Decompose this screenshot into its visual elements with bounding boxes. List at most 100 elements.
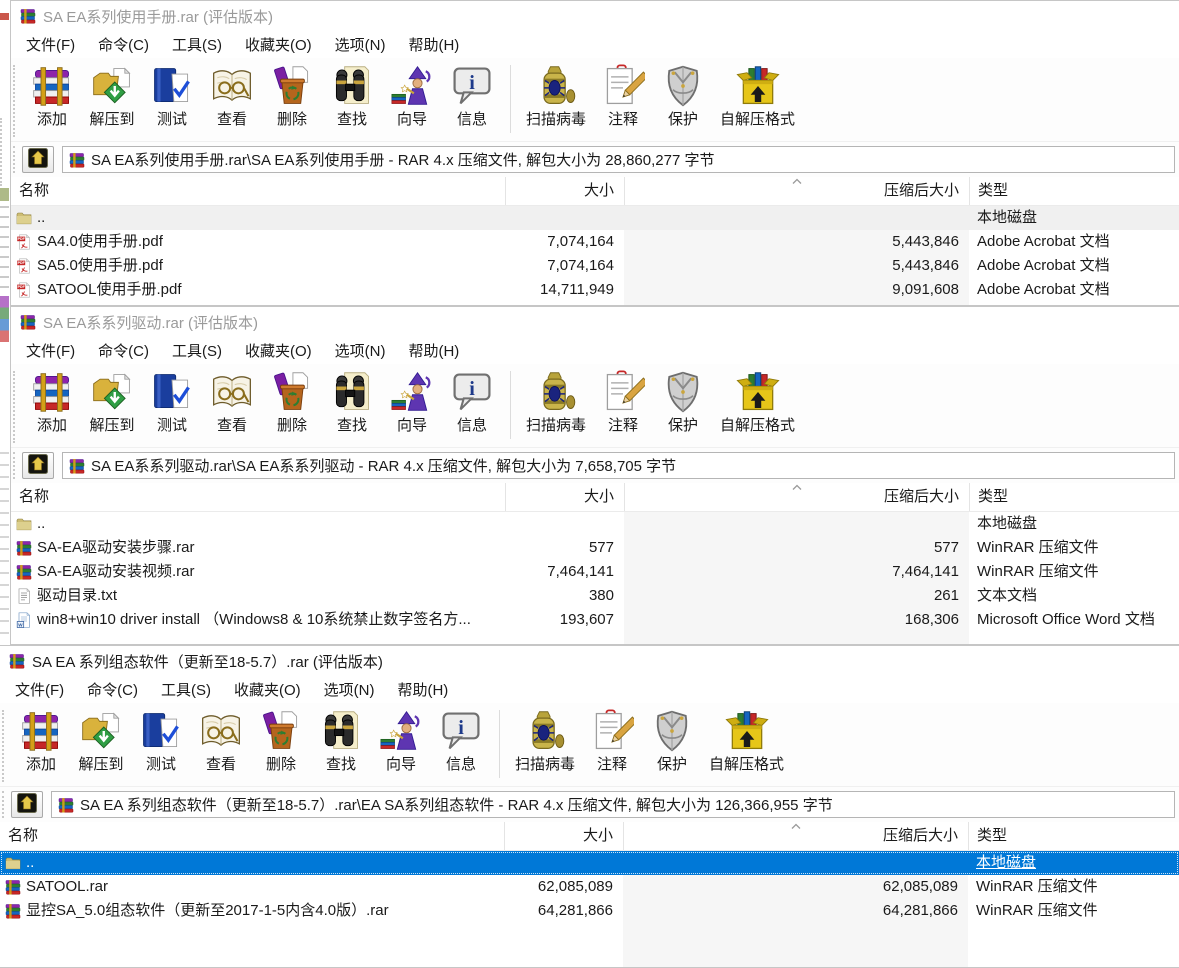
toolbar-button-view[interactable]: 查看 [202,61,262,131]
table-row[interactable]: ..本地磁盘 [11,206,1179,230]
up-one-level-button[interactable] [22,146,54,173]
toolbar-button-test[interactable]: 测试 [142,367,202,437]
toolbar-gripper[interactable] [2,710,8,782]
toolbar-button-view[interactable]: 查看 [191,706,251,776]
column-header-type[interactable]: 类型 [968,822,1179,850]
toolbar-button-delete[interactable]: 删除 [251,706,311,776]
column-header-name[interactable]: 名称 [0,822,504,850]
menu-item-help[interactable]: 帮助(H) [403,32,464,57]
toolbar-button-extract-to[interactable]: 解压到 [82,61,142,131]
toolbar-button-extract-to[interactable]: 解压到 [71,706,131,776]
toolbar-gripper[interactable] [13,65,19,137]
toolbar-button-delete[interactable]: 删除 [262,367,322,437]
toolbar-button-add[interactable]: 添加 [22,61,82,131]
toolbar-button-view[interactable]: 查看 [202,367,262,437]
column-header-name[interactable]: 名称 [11,177,505,205]
toolbar-button-info[interactable]: i信息 [431,706,491,776]
toolbar-button-test[interactable]: 测试 [131,706,191,776]
file-name: .. [26,851,34,875]
toolbar-button-info[interactable]: i信息 [442,61,502,131]
archive-path-field[interactable]: SA EA系系列驱动.rar\SA EA系系列驱动 - RAR 4.x 压缩文件… [62,452,1175,479]
table-row[interactable]: PDFSA4.0使用手册.pdf7,074,1645,443,846Adobe … [11,230,1179,254]
column-header-packed[interactable]: 压缩后大小 [624,483,969,511]
menu-item-options[interactable]: 选项(N) [330,32,391,57]
toolbar-button-comment[interactable]: 注释 [593,367,653,437]
toolbar-button-wizard[interactable]: 向导 [382,61,442,131]
rar-archive-icon [16,564,32,580]
toolbar-button-protect[interactable]: 保护 [642,706,702,776]
toolbar-button-find[interactable]: 查找 [322,61,382,131]
menu-item-options[interactable]: 选项(N) [330,338,391,363]
menu-item-tools[interactable]: 工具(S) [167,338,227,363]
protect-icon [649,707,695,755]
column-header-type[interactable]: 类型 [969,177,1179,205]
title-bar[interactable]: SA EA系系列驱动.rar (评估版本) [11,307,1179,337]
menu-item-favorites[interactable]: 收藏夹(O) [229,677,306,702]
toolbar-button-protect[interactable]: 保护 [653,367,713,437]
toolbar-button-comment[interactable]: 注释 [593,61,653,131]
menu-item-tools[interactable]: 工具(S) [167,32,227,57]
menu-item-tools[interactable]: 工具(S) [156,677,216,702]
column-header-name[interactable]: 名称 [11,483,505,511]
toolbar-button-sfx[interactable]: 自解压格式 [713,367,802,437]
column-header-packed[interactable]: 压缩后大小 [623,822,968,850]
table-row[interactable]: Wwin8+win10 driver install （Windows8 & 1… [11,608,1179,632]
table-row[interactable]: PDFSATOOL使用手册.pdf14,711,9499,091,608Adob… [11,278,1179,302]
archive-path-field[interactable]: SA EA 系列组态软件（更新至18-5.7）.rar\EA SA系列组态软件 … [51,791,1175,818]
menu-item-favorites[interactable]: 收藏夹(O) [240,338,317,363]
toolbar-button-protect[interactable]: 保护 [653,61,713,131]
menu-item-file[interactable]: 文件(F) [21,32,80,57]
title-bar[interactable]: SA EA 系列组态软件（更新至18-5.7）.rar (评估版本) [0,646,1179,676]
menu-item-file[interactable]: 文件(F) [21,338,80,363]
menu-item-favorites[interactable]: 收藏夹(O) [240,32,317,57]
toolbar-button-extract-to[interactable]: 解压到 [82,367,142,437]
menu-item-commands[interactable]: 命令(C) [93,338,154,363]
toolbar-button-find[interactable]: 查找 [311,706,371,776]
column-header-size[interactable]: 大小 [504,822,623,850]
menu-item-help[interactable]: 帮助(H) [403,338,464,363]
title-bar[interactable]: SA EA系列使用手册.rar (评估版本) [11,1,1179,31]
address-bar-gripper[interactable] [13,146,19,173]
toolbar-button-sfx[interactable]: 自解压格式 [702,706,791,776]
table-row[interactable]: 显控SA_5.0组态软件（更新至2017-1-5内含4.0版）.rar64,28… [0,899,1179,923]
column-header-size[interactable]: 大小 [505,483,624,511]
toolbar-button-test[interactable]: 测试 [142,61,202,131]
table-row[interactable]: ..本地磁盘 [11,512,1179,536]
table-row[interactable]: SA-EA驱动安装视频.rar7,464,1417,464,141WinRAR … [11,560,1179,584]
menu-item-commands[interactable]: 命令(C) [82,677,143,702]
toolbar-button-info[interactable]: i信息 [442,367,502,437]
toolbar-button-virus-scan[interactable]: 扫描病毒 [519,61,593,131]
toolbar-button-find[interactable]: 查找 [322,367,382,437]
table-row[interactable]: SATOOL.rar62,085,08962,085,089WinRAR 压缩文… [0,875,1179,899]
column-header-size[interactable]: 大小 [505,177,624,205]
toolbar-gripper[interactable] [13,371,19,443]
up-one-level-button[interactable] [22,452,54,479]
address-bar-gripper[interactable] [13,452,19,479]
table-row[interactable]: ..本地磁盘 [0,851,1179,875]
winrar-window: SA EA 系列组态软件（更新至18-5.7）.rar (评估版本) 文件(F)… [0,645,1179,968]
table-row[interactable]: 驱动目录.txt380261文本文档 [11,584,1179,608]
address-bar-gripper[interactable] [2,791,8,818]
column-header-type[interactable]: 类型 [969,483,1179,511]
table-row[interactable]: PDFSA5.0使用手册.pdf7,074,1645,443,846Adobe … [11,254,1179,278]
menu-item-options[interactable]: 选项(N) [319,677,380,702]
up-one-level-button[interactable] [11,791,43,818]
menu-item-help[interactable]: 帮助(H) [392,677,453,702]
toolbar-button-add[interactable]: 添加 [22,367,82,437]
toolbar-button-comment[interactable]: 注释 [582,706,642,776]
table-row[interactable]: SA-EA驱动安装步骤.rar577577WinRAR 压缩文件 [11,536,1179,560]
toolbar-button-sfx[interactable]: 自解压格式 [713,61,802,131]
archive-path-field[interactable]: SA EA系列使用手册.rar\SA EA系列使用手册 - RAR 4.x 压缩… [62,146,1175,173]
toolbar-button-virus-scan[interactable]: 扫描病毒 [508,706,582,776]
delete-icon [269,368,315,416]
toolbar-button-wizard[interactable]: 向导 [382,367,442,437]
menu-item-file[interactable]: 文件(F) [10,677,69,702]
toolbar-button-wizard[interactable]: 向导 [371,706,431,776]
toolbar-button-add[interactable]: 添加 [11,706,71,776]
toolbar-button-delete[interactable]: 删除 [262,61,322,131]
menu-item-commands[interactable]: 命令(C) [93,32,154,57]
menu-bar: 文件(F) 命令(C) 工具(S) 收藏夹(O) 选项(N) 帮助(H) [11,337,1179,364]
toolbar-button-label: 扫描病毒 [526,416,586,436]
toolbar-button-virus-scan[interactable]: 扫描病毒 [519,367,593,437]
column-header-packed[interactable]: 压缩后大小 [624,177,969,205]
